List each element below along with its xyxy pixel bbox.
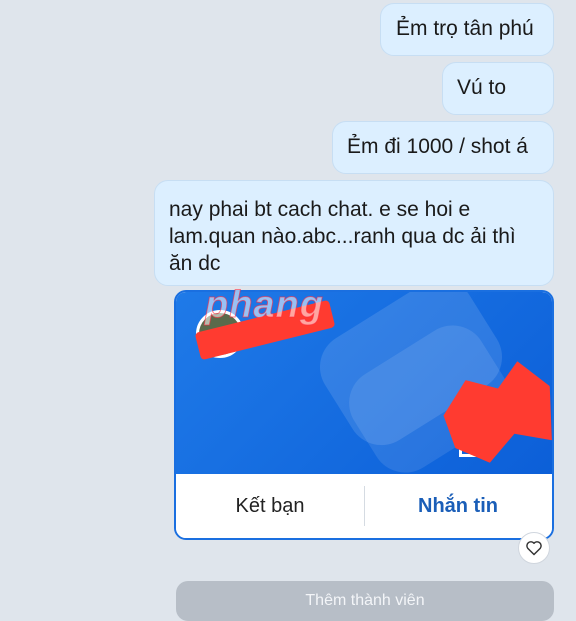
add-member-button[interactable]: Thêm thành viên [176,581,554,621]
send-message-button[interactable]: Nhắn tin [364,474,552,538]
contact-card[interactable]: Kết bạn Nhắn tin [174,290,554,540]
message-bubble[interactable]: Vú to [442,62,554,115]
watermark: phang [205,284,324,327]
add-friend-button[interactable]: Kết bạn [176,474,364,538]
message-text: Ẻm đi 1000 / shot á [347,135,528,158]
message-bubble[interactable]: Ẻm trọ tân phú [380,3,554,56]
heart-icon-glyph [526,541,542,556]
contact-card-actions: Kết bạn Nhắn tin [176,474,552,538]
heart-icon[interactable] [518,532,550,564]
message-text: Ẻm trọ tân phú [396,17,534,40]
message-bubble[interactable]: nay phai bt cach chat. e se hoi e lam.qu… [154,180,554,286]
message-text: nay phai bt cach chat. e se hoi e lam.qu… [169,198,516,275]
message-bubble[interactable]: Ẻm đi 1000 / shot á [332,121,554,174]
message-text: Vú to [457,76,507,99]
